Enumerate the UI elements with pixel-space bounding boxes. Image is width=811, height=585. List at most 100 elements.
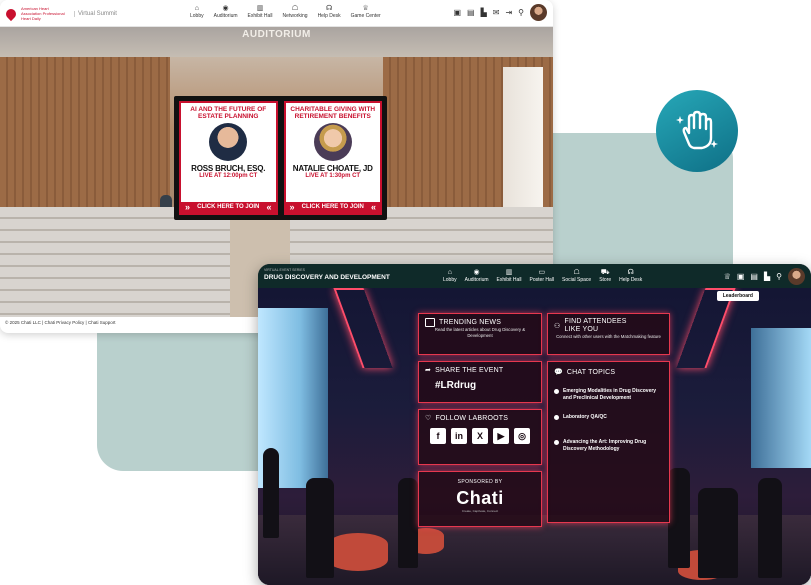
nav-social-space[interactable]: ☖ Social Space	[562, 268, 591, 283]
nav-label: Poster Hall	[529, 277, 554, 283]
virtual-summit-label: Virtual Summit	[74, 10, 117, 17]
neon-light	[333, 288, 393, 368]
avatar[interactable]	[530, 4, 547, 21]
nav-help-desk[interactable]: ☊ Help Desk	[318, 4, 341, 19]
lounge-seat	[328, 533, 388, 571]
nav-label: Help Desk	[619, 277, 643, 283]
top-bar: VIRTUAL EVENT SERIES DRUG DISCOVERY AND …	[258, 264, 811, 288]
session-card[interactable]: CHARITABLE GIVING WITH RETIREMENT BENEFI…	[283, 101, 382, 215]
share-icon: ➦	[425, 367, 432, 374]
leaderboard-icon[interactable]: ▙	[481, 8, 487, 17]
instagram-icon[interactable]: ◎	[514, 428, 530, 444]
x-icon[interactable]: X	[472, 428, 488, 444]
user-tools: ▣ ▤ ▙ ✉ ⇥ ⚲	[453, 4, 547, 21]
trending-news-tile[interactable]: TRENDING NEWS Read the latest articles a…	[418, 313, 542, 355]
attendee-silhouette	[398, 478, 418, 568]
nav-store[interactable]: ⛟ Store	[599, 268, 611, 283]
join-button[interactable]: » CLICK HERE TO JOIN «	[285, 202, 380, 213]
topic-label: Laboratory QA/QC	[563, 414, 607, 420]
home-icon: ⌂	[447, 269, 452, 276]
follow-tile: ♡ FOLLOW LABROOTS f in X ▶ ◎	[418, 409, 542, 465]
nav-exhibit-hall[interactable]: ▥ Exhibit Hall	[497, 268, 522, 283]
nav-lobby[interactable]: ⌂ Lobby	[443, 268, 457, 283]
nav-label: Exhibit Hall	[496, 277, 522, 283]
speaker-photo	[209, 123, 248, 161]
chevrons-left-icon: «	[266, 202, 272, 212]
mail-icon[interactable]: ✉	[493, 8, 500, 17]
speaker-name: ROSS BRUCH, ESQ.	[191, 164, 266, 173]
find-attendees-tile[interactable]: ⚇ FIND ATTENDEES LIKE YOU Connect with ot…	[547, 313, 670, 355]
leaderboard-icon[interactable]: ▙	[764, 272, 770, 281]
footer-links[interactable]: © 2025 Chati LLC | Chati Privacy Policy …	[5, 320, 115, 325]
nav-exhibit-hall[interactable]: ▥ Exhibit Hall	[248, 4, 273, 19]
search-icon[interactable]: ⚲	[776, 272, 782, 281]
room-title: AUDITORIUM	[242, 29, 311, 40]
cart-icon: ⛟	[600, 269, 610, 276]
chat-icon[interactable]: ▤	[750, 272, 758, 281]
logout-icon[interactable]: ⇥	[505, 8, 512, 17]
chat-topic[interactable]: Emerging Modalities in Drug Discovery an…	[554, 388, 663, 402]
bullet-icon	[554, 415, 559, 420]
calendar-icon[interactable]: ▣	[737, 272, 745, 281]
search-icon[interactable]: ⚲	[518, 8, 524, 17]
networking-icon: ☖	[291, 5, 299, 12]
calendar-icon[interactable]: ▣	[453, 8, 461, 17]
chevrons-right-icon: »	[185, 202, 191, 212]
sponsor-label: SPONSORED BY	[457, 479, 503, 485]
chat-icon[interactable]: ▤	[467, 8, 475, 17]
trophy-icon[interactable]: ♕	[724, 272, 731, 281]
nav-auditorium[interactable]: ◉ Auditorium	[214, 4, 238, 19]
main-nav: ⌂ Lobby ◉ Auditorium ▥ Exhibit Hall ▭ Poster…	[443, 268, 642, 283]
exhibit-hall-icon: ▥	[505, 269, 513, 276]
share-event-tile[interactable]: ➦ SHARE THE EVENT #LRdrug	[418, 361, 542, 403]
leaderboard-button[interactable]: Leaderboard	[716, 291, 759, 301]
bullet-icon	[554, 389, 559, 394]
sponsor-tile[interactable]: SPONSORED BY Chati Create, Captivate, Co…	[418, 471, 542, 527]
news-icon	[425, 318, 435, 327]
session-card[interactable]: AI AND THE FUTURE OF ESTATE PLANNING ROS…	[179, 101, 278, 215]
home-icon: ⌂	[194, 5, 199, 12]
sponsor-tagline: Create, Captivate, Connect	[461, 509, 499, 513]
join-button[interactable]: » CLICK HERE TO JOIN «	[181, 202, 276, 213]
attendee-silhouette	[758, 478, 782, 578]
attendee-silhouette	[698, 488, 738, 578]
social-space-icon: ☖	[573, 269, 580, 276]
session-time: LIVE AT 12:00pm CT	[199, 173, 258, 179]
session-title: AI AND THE FUTURE OF ESTATE PLANNING	[190, 106, 267, 120]
chat-topic[interactable]: Advancing the Art: Improving Drug Discov…	[554, 439, 663, 453]
chevrons-left-icon: «	[370, 202, 376, 212]
chat-topic[interactable]: Laboratory QA/QC	[554, 414, 663, 421]
session-screen: AI AND THE FUTURE OF ESTATE PLANNING ROS…	[174, 96, 387, 220]
avatar[interactable]	[788, 268, 805, 285]
nav-networking[interactable]: ☖ Networking	[283, 4, 308, 19]
linkedin-icon[interactable]: in	[451, 428, 467, 444]
nav-label: Lobby	[190, 13, 204, 19]
nav-game-center[interactable]: ♕ Game Center	[351, 4, 381, 19]
auditorium-icon: ◉	[222, 5, 229, 12]
tile-title: CHAT TOPICS	[566, 368, 616, 376]
event-title[interactable]: VIRTUAL EVENT SERIES DRUG DISCOVERY AND …	[264, 267, 390, 281]
nav-lobby[interactable]: ⌂ Lobby	[190, 4, 204, 19]
nav-help-desk[interactable]: ☊ Help Desk	[619, 268, 642, 283]
session-title: CHARITABLE GIVING WITH RETIREMENT BENEFI…	[290, 106, 376, 120]
user-tools: ♕ ▣ ▤ ▙ ⚲	[724, 268, 805, 285]
exhibit-hall-icon: ▥	[256, 5, 264, 12]
session-time: LIVE AT 1:30pm CT	[305, 173, 361, 179]
attendee-silhouette	[306, 478, 334, 578]
nav-label: Auditorium	[213, 13, 238, 19]
topic-label: Advancing the Art: Improving Drug Discov…	[563, 439, 647, 452]
join-label: CLICK HERE TO JOIN	[301, 204, 364, 210]
help-desk-icon: ☊	[627, 269, 634, 276]
help-desk-icon: ☊	[325, 5, 333, 12]
tile-title: FIND ATTENDEES LIKE YOU	[564, 318, 627, 333]
facebook-icon[interactable]: f	[430, 428, 446, 444]
tile-subtitle: Connect with other users with the Matchm…	[556, 334, 661, 339]
nav-label: Help Desk	[317, 13, 341, 19]
nav-poster-hall[interactable]: ▭ Poster Hall	[530, 268, 554, 283]
youtube-icon[interactable]: ▶	[493, 428, 509, 444]
logo[interactable]: American Heart Association Professional …	[3, 6, 117, 21]
sponsor-logo: Chati	[456, 488, 504, 508]
logo-text: American Heart Association Professional …	[21, 6, 65, 21]
topic-label: Emerging Modalities in Drug Discovery an…	[563, 388, 657, 401]
nav-auditorium[interactable]: ◉ Auditorium	[465, 268, 489, 283]
